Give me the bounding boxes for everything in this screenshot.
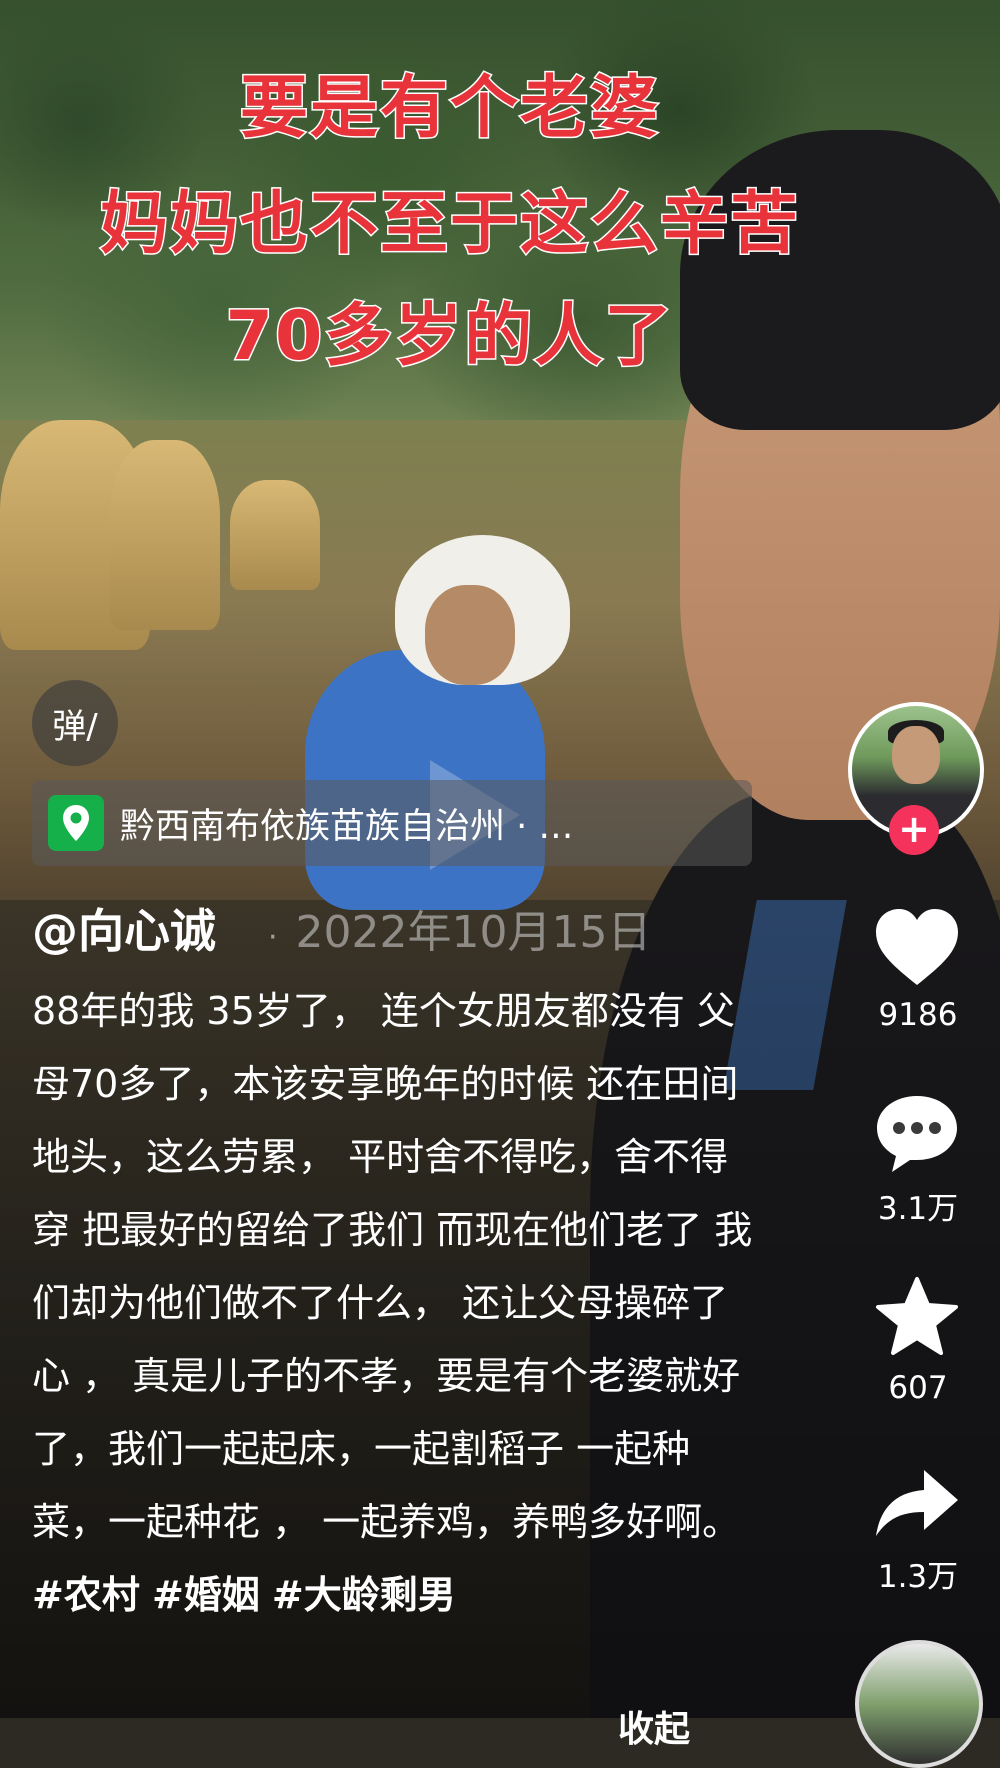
- separator-dot: ·: [268, 920, 278, 955]
- favorite-count: 607: [888, 1370, 948, 1406]
- music-disc[interactable]: [855, 1640, 983, 1768]
- follow-button[interactable]: +: [889, 805, 939, 855]
- video-description: 88年的我 35岁了， 连个女朋友都没有 父母70多了，本该安享晚年的时候 还在…: [32, 975, 757, 1632]
- share-arrow-icon: [876, 1470, 958, 1536]
- share-button[interactable]: [872, 1462, 962, 1548]
- comment-button[interactable]: [872, 1090, 962, 1176]
- caption-line-1: 要是有个老婆: [238, 68, 660, 150]
- location-bar[interactable]: 黔西南布依族苗族自治州 · …: [32, 780, 752, 866]
- favorite-button[interactable]: [872, 1275, 962, 1361]
- collapse-button[interactable]: 收起: [618, 1700, 690, 1752]
- location-text: 黔西南布依族苗族自治州 · …: [120, 806, 574, 847]
- share-count: 1.3万: [877, 1559, 959, 1595]
- hay-bundle: [230, 480, 320, 590]
- hashtag[interactable]: #大龄剩男: [272, 1573, 456, 1617]
- caption-line-2: 妈妈也不至于这么辛苦: [98, 184, 800, 266]
- hashtag[interactable]: #农村: [32, 1573, 140, 1617]
- description-text: 88年的我 35岁了， 连个女朋友都没有 父母70多了，本该安享晚年的时候 还在…: [32, 989, 753, 1544]
- comment-icon: [877, 1096, 957, 1172]
- avatar-face: [892, 726, 940, 784]
- heart-icon: [876, 909, 958, 985]
- hashtag[interactable]: #婚姻: [152, 1573, 260, 1617]
- danmaku-button[interactable]: 弹/: [32, 680, 118, 766]
- hay-bundle: [110, 440, 220, 630]
- woman-face: [425, 585, 515, 685]
- post-date: 2022年10月15日: [295, 907, 652, 958]
- author-handle[interactable]: @向心诚: [32, 895, 216, 961]
- like-count: 9186: [878, 997, 958, 1033]
- comment-count: 3.1万: [877, 1191, 959, 1227]
- star-icon: [876, 1277, 958, 1355]
- location-pin-icon: [48, 795, 104, 851]
- author-row: @向心诚 · 2022年10月15日: [32, 895, 652, 961]
- danmaku-icon: 弹/: [52, 706, 98, 747]
- like-button[interactable]: [872, 905, 962, 991]
- caption-line-3: 70多岁的人了: [224, 296, 675, 378]
